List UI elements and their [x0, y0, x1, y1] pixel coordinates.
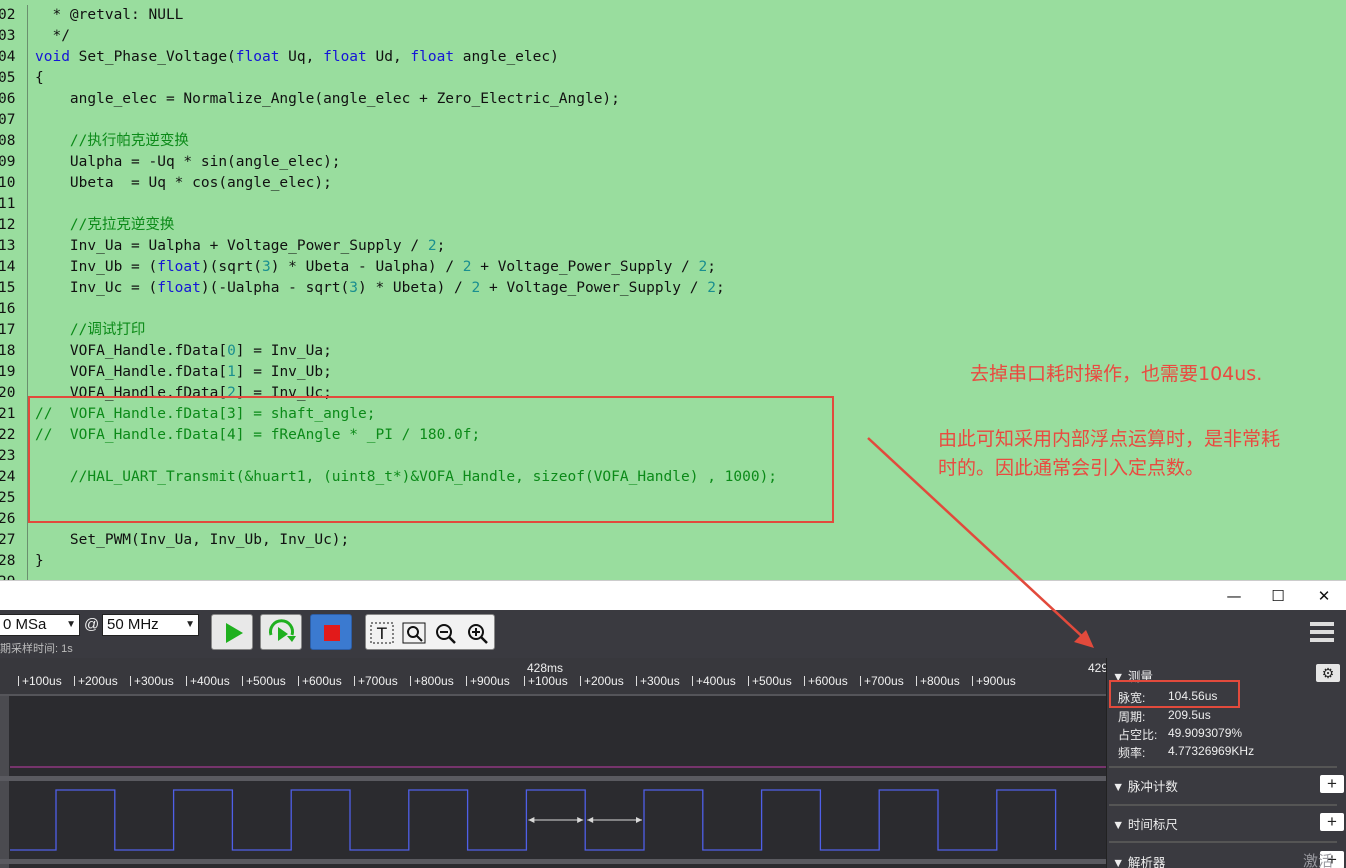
annotation-arrow: [867, 437, 1094, 648]
